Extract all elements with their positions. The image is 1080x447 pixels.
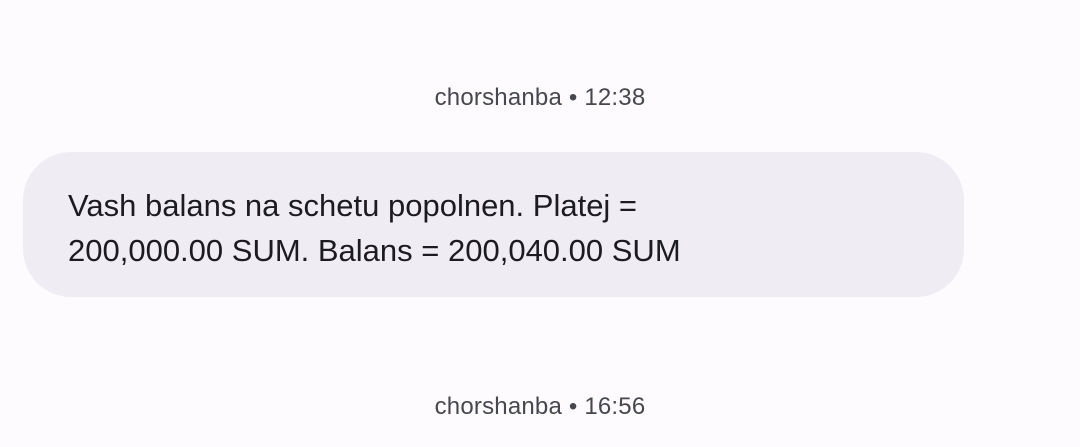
message-timestamp: chorshanba • 12:38 xyxy=(434,84,646,111)
message-timestamp: chorshanba • 16:56 xyxy=(434,393,646,420)
message-text: Vash balans na schetu popolnen. Platej =… xyxy=(68,188,681,268)
message-bubble[interactable]: Vash balans na schetu popolnen. Platej =… xyxy=(23,152,964,297)
